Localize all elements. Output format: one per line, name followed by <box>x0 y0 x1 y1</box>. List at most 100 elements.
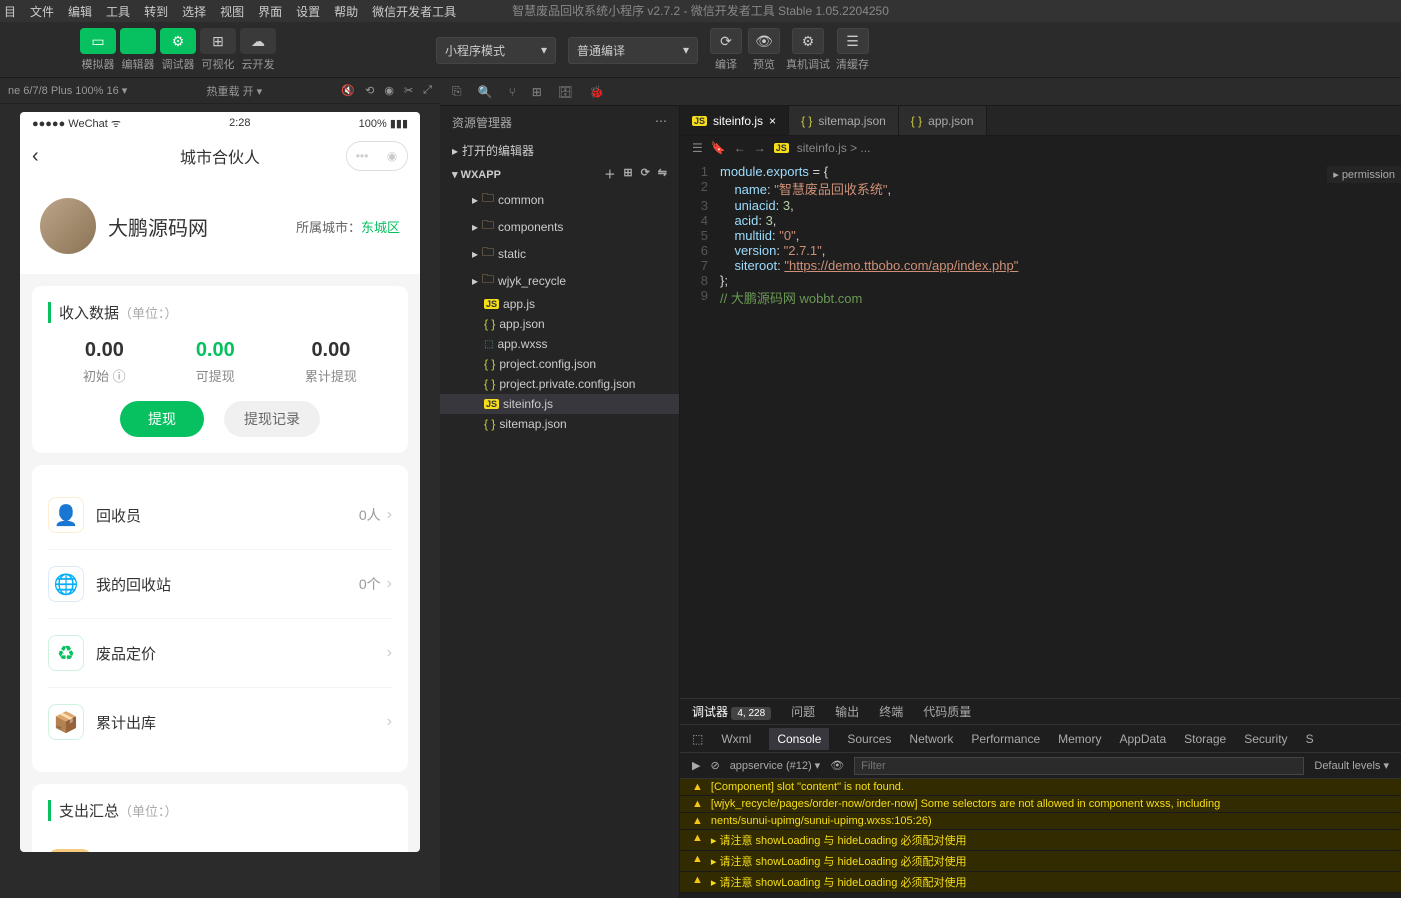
more-icon[interactable]: ⋯ <box>655 114 667 131</box>
action-清缓存[interactable]: ☰清缓存 <box>836 28 869 72</box>
menu-item[interactable]: 工具 <box>106 3 130 20</box>
editor-tab[interactable]: JS siteinfo.js × <box>680 106 789 135</box>
toolbar-可视化[interactable]: ⊞可视化 <box>200 28 236 72</box>
file-item[interactable]: JS siteinfo.js <box>440 394 679 414</box>
close-icon[interactable]: ◉ <box>377 142 407 170</box>
menu-item[interactable]: 设置 <box>296 3 320 20</box>
console-log: ▲▸ 请注意 showLoading 与 hideLoading 必须配对使用 <box>680 851 1401 872</box>
search-icon[interactable]: 🔍 <box>478 85 493 99</box>
overflow-indicator[interactable]: ▸ permission <box>1327 166 1401 183</box>
devtool-tab[interactable]: Storage <box>1184 732 1226 746</box>
expense-item[interactable]: 周 本周支出笔数：0支出：0.00 › <box>48 837 392 852</box>
devtool-tab[interactable]: Network <box>909 732 953 746</box>
debug-tab[interactable]: 代码质量 <box>923 703 971 720</box>
open-editors-section[interactable]: ▸ 打开的编辑器 <box>440 139 679 162</box>
debug-tab[interactable]: 输出 <box>835 703 859 720</box>
file-item[interactable]: { } sitemap.json <box>440 414 679 434</box>
fwd-arrow-icon[interactable]: → <box>754 141 766 155</box>
file-item[interactable]: JS app.js <box>440 294 679 314</box>
menu-item[interactable]: 界面 <box>258 3 282 20</box>
action-真机调试[interactable]: ⚙真机调试 <box>786 28 830 72</box>
folder-item[interactable]: ▸ 🗀 components <box>440 213 679 240</box>
menu-item[interactable]: 选择 <box>182 3 206 20</box>
capsule[interactable]: ••• ◉ <box>346 141 408 171</box>
editor-tab[interactable]: { } sitemap.json <box>789 106 899 135</box>
inspect-icon[interactable]: ⬚ <box>692 732 703 746</box>
list-item[interactable]: 🌐 我的回收站 0个 › <box>48 550 392 619</box>
bookmark-icon[interactable]: 🔖 <box>711 141 726 155</box>
filter-input[interactable] <box>854 757 1304 775</box>
mute-icon[interactable]: 🔇 <box>341 84 355 97</box>
menu-item[interactable]: 帮助 <box>334 3 358 20</box>
devtool-tab[interactable]: Performance <box>971 732 1040 746</box>
list-item[interactable]: 👤 回收员 0人 › <box>48 481 392 550</box>
devtool-tab[interactable]: AppData <box>1119 732 1166 746</box>
git-icon[interactable]: ⑂ <box>509 85 516 99</box>
project-root[interactable]: ▾ WXAPP ＋ ⊞ ⟳ ⇋ <box>440 162 679 186</box>
context-select[interactable]: appservice (#12) ▾ <box>730 759 821 772</box>
breadcrumb[interactable]: siteinfo.js > ... <box>797 141 871 155</box>
menu-item[interactable]: 文件 <box>30 3 54 20</box>
eye-icon[interactable]: 👁 <box>830 759 844 772</box>
devtool-tab[interactable]: Memory <box>1058 732 1101 746</box>
device-select[interactable]: ne 6/7/8 Plus 100% 16 ▾ <box>8 84 127 97</box>
file-item[interactable]: { } app.json <box>440 314 679 334</box>
menu-item[interactable]: 编辑 <box>68 3 92 20</box>
back-icon[interactable]: ‹ <box>32 145 39 168</box>
devtool-tab[interactable]: Security <box>1244 732 1287 746</box>
record-button[interactable]: 提现记录 <box>224 401 320 437</box>
rotate-icon[interactable]: ⟲ <box>365 84 374 97</box>
withdraw-button[interactable]: 提现 <box>120 401 204 437</box>
cut-icon[interactable]: ✂ <box>404 84 413 97</box>
hot-reload[interactable]: 热重载 开 ▾ <box>207 83 263 99</box>
record-icon[interactable]: ◉ <box>384 84 394 97</box>
new-file-icon[interactable]: ＋ <box>604 166 615 182</box>
folder-item[interactable]: ▸ 🗀 common <box>440 186 679 213</box>
debug-tab[interactable]: 调试器 4, 228 <box>692 703 771 720</box>
file-item[interactable]: { } project.private.config.json <box>440 374 679 394</box>
editor-tab[interactable]: { } app.json <box>899 106 987 135</box>
menu-item[interactable]: 转到 <box>144 3 168 20</box>
mode-select[interactable]: 小程序模式▾ <box>436 37 556 64</box>
window-title: 智慧废品回收系统小程序 v2.7.2 - 微信开发者工具 Stable 1.05… <box>512 2 889 19</box>
new-folder-icon[interactable]: ⊞ <box>623 166 632 182</box>
list-item[interactable]: 📦 累计出库 › <box>48 688 392 756</box>
ban-icon[interactable]: ⊘ <box>710 759 719 772</box>
menu-item[interactable]: 视图 <box>220 3 244 20</box>
file-item[interactable]: ⬚ app.wxss <box>440 334 679 354</box>
toolbar-云开发[interactable]: ☁云开发 <box>240 28 276 72</box>
toolbar-编辑器[interactable]: 编辑器 <box>120 28 156 72</box>
chevron-icon[interactable]: ⤢ <box>423 84 432 97</box>
refresh-icon[interactable]: ⟳ <box>641 166 650 182</box>
menu-icon[interactable]: ••• <box>347 142 377 170</box>
toolbar-模拟器[interactable]: ▭模拟器 <box>80 28 116 72</box>
devtool-tab[interactable]: S <box>1306 732 1314 746</box>
devtool-tab[interactable]: Console <box>769 728 829 750</box>
list-item[interactable]: ♻ 废品定价 › <box>48 619 392 688</box>
devtool-tab[interactable]: Sources <box>847 732 891 746</box>
menu-item[interactable]: 微信开发者工具 <box>372 3 456 20</box>
action-预览[interactable]: 👁预览 <box>748 28 780 72</box>
collapse-icon[interactable]: ⇋ <box>658 166 667 182</box>
menu-item[interactable]: 目 <box>4 3 16 20</box>
levels-select[interactable]: Default levels ▾ <box>1314 759 1389 772</box>
devtool-tab[interactable]: Wxml <box>721 732 751 746</box>
play-icon[interactable]: ▶ <box>692 759 700 772</box>
file-item[interactable]: { } project.config.json <box>440 354 679 374</box>
folder-item[interactable]: ▸ 🗀 static <box>440 240 679 267</box>
toggle-icon[interactable]: ☰ <box>692 141 703 155</box>
warning-icon: ▲ <box>692 874 703 890</box>
close-tab-icon[interactable]: × <box>769 114 776 128</box>
db-icon[interactable]: 🗄 <box>558 85 573 99</box>
folder-item[interactable]: ▸ 🗀 wjyk_recycle <box>440 267 679 294</box>
debug-tab[interactable]: 终端 <box>879 703 903 720</box>
debug-tab[interactable]: 问题 <box>791 703 815 720</box>
back-arrow-icon[interactable]: ← <box>734 141 746 155</box>
toolbar-调试器[interactable]: ⚙调试器 <box>160 28 196 72</box>
files-icon[interactable]: ⎘ <box>452 84 462 99</box>
action-编译[interactable]: ⟳编译 <box>710 28 742 72</box>
code-editor[interactable]: ▸ permission 1module.exports = {2 name: … <box>680 160 1401 698</box>
bug-icon[interactable]: 🐞 <box>589 85 604 99</box>
box-icon[interactable]: ⊞ <box>532 85 542 99</box>
compile-select[interactable]: 普通编译▾ <box>568 37 698 64</box>
